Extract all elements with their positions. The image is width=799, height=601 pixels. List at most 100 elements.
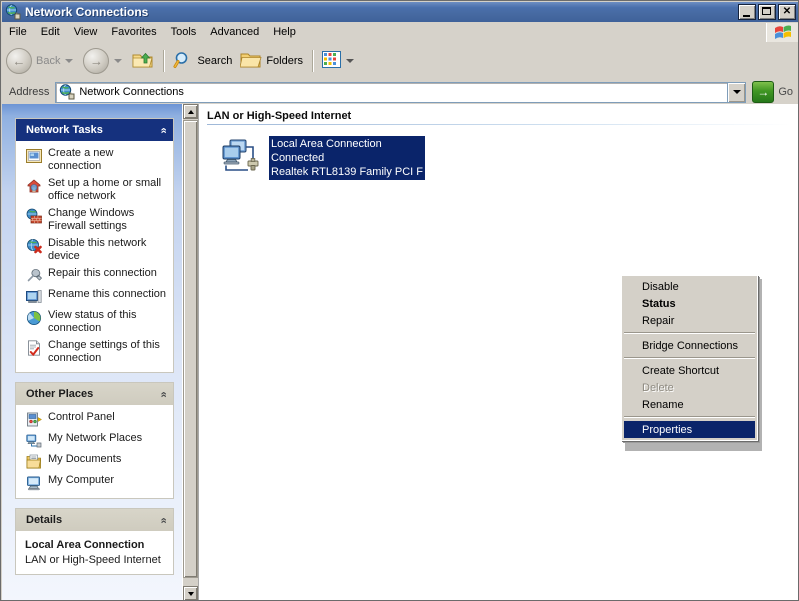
- my-documents-icon: [26, 454, 42, 470]
- scroll-down-button[interactable]: [183, 586, 198, 600]
- back-button[interactable]: ← Back: [2, 46, 79, 76]
- network-connections-window: Network Connections ✕ File Edit View Fav…: [0, 0, 799, 601]
- context-menu-item-status[interactable]: Status: [622, 295, 757, 312]
- menu-help[interactable]: Help: [266, 24, 303, 40]
- my-computer-icon: [26, 475, 42, 491]
- maximize-button[interactable]: [758, 4, 776, 20]
- details-connection-name: Local Area Connection: [25, 539, 145, 551]
- task-create-new-connection[interactable]: Create a new connection: [22, 147, 167, 173]
- sidebar-scrollbar[interactable]: [182, 104, 198, 600]
- go-label: Go: [778, 86, 793, 98]
- panel-body-other-places: Control Panel My Network Places My Docum…: [16, 405, 173, 498]
- sidebar-scroll-content: Network Tasks « Create a new connection …: [2, 104, 184, 575]
- network-globe-icon: [59, 84, 75, 100]
- back-dropdown-icon[interactable]: [65, 59, 74, 63]
- place-label: Control Panel: [48, 411, 115, 423]
- menu-view[interactable]: View: [67, 24, 105, 40]
- client-area: Network Tasks « Create a new connection …: [2, 104, 798, 600]
- address-bar: Address Network Connections → Go: [2, 80, 798, 105]
- lan-connection-icon: [221, 138, 263, 176]
- menu-advanced[interactable]: Advanced: [203, 24, 266, 40]
- search-icon: [173, 50, 193, 73]
- task-disable-network-device[interactable]: Disable this network device: [22, 237, 167, 263]
- connection-item-local-area-connection[interactable]: Local Area Connection Connected Realtek …: [221, 136, 426, 180]
- context-menu-item-delete: Delete: [642, 381, 674, 394]
- menu-favorites[interactable]: Favorites: [104, 24, 163, 40]
- windows-flag-icon: [766, 22, 798, 42]
- chevron-up-icon[interactable]: «: [157, 391, 169, 397]
- window-title: Network Connections: [25, 5, 149, 19]
- context-menu-separator-1: [624, 332, 755, 334]
- task-repair-connection[interactable]: Repair this connection: [22, 267, 167, 284]
- panel-title: Other Places: [26, 388, 94, 400]
- go-arrow-icon: →: [752, 81, 775, 103]
- context-menu-item-repair[interactable]: Repair: [622, 312, 757, 329]
- toolbar-separator-2: [312, 50, 314, 72]
- scrollbar-thumb[interactable]: [183, 120, 198, 578]
- go-button[interactable]: → Go: [746, 81, 798, 103]
- task-label: Change Windows Firewall settings: [48, 207, 135, 232]
- context-menu-item-disable[interactable]: Disable: [622, 278, 757, 295]
- close-icon: ✕: [782, 6, 792, 17]
- group-header-divider: [207, 124, 791, 125]
- task-label: Rename this connection: [48, 288, 167, 300]
- folders-label: Folders: [266, 55, 304, 67]
- disable-device-icon: [26, 238, 42, 254]
- panel-header-other-places[interactable]: Other Places «: [16, 383, 173, 405]
- settings-icon: [26, 340, 42, 357]
- task-sidebar: Network Tasks « Create a new connection …: [2, 104, 198, 600]
- task-label: Create a new connection: [48, 147, 114, 172]
- task-setup-home-network[interactable]: Set up a home or small office network: [22, 177, 167, 203]
- task-rename-connection[interactable]: Rename this connection: [22, 288, 167, 305]
- chevron-up-icon[interactable]: «: [157, 517, 169, 523]
- new-connection-icon: [26, 148, 42, 164]
- my-network-places-icon: [26, 433, 42, 449]
- task-change-settings[interactable]: Change settings of this connection: [22, 339, 167, 365]
- task-change-firewall-settings[interactable]: Change Windows Firewall settings: [22, 207, 167, 233]
- place-control-panel[interactable]: Control Panel: [22, 411, 167, 428]
- context-menu-item-create-shortcut[interactable]: Create Shortcut: [622, 362, 757, 379]
- context-menu-item-properties[interactable]: Properties: [624, 421, 755, 438]
- address-dropdown-button[interactable]: [727, 81, 747, 103]
- group-header-lan: LAN or High-Speed Internet: [207, 110, 352, 122]
- place-label: My Network Places: [48, 432, 143, 444]
- triangle-up-icon: [187, 109, 194, 114]
- menu-tools[interactable]: Tools: [164, 24, 204, 40]
- chevron-up-icon[interactable]: «: [157, 127, 169, 133]
- forward-arrow-icon: →: [83, 48, 110, 74]
- task-view-status[interactable]: View status of this connection: [22, 309, 167, 335]
- context-menu-item-bridge-connections[interactable]: Bridge Connections: [622, 337, 757, 354]
- folders-icon: [239, 50, 262, 73]
- toolbar-separator-1: [163, 50, 165, 72]
- toolbar: ← Back → Search Folders: [2, 42, 798, 81]
- close-button[interactable]: ✕: [778, 4, 796, 20]
- panel-title: Details: [26, 514, 63, 526]
- forward-button[interactable]: →: [79, 46, 128, 76]
- views-dropdown-icon[interactable]: [346, 59, 355, 63]
- up-button[interactable]: [128, 46, 158, 76]
- menu-file[interactable]: File: [2, 24, 34, 40]
- folders-button[interactable]: Folders: [236, 46, 307, 76]
- panel-header-network-tasks[interactable]: Network Tasks «: [16, 119, 173, 141]
- firewall-icon: [26, 208, 42, 224]
- back-label: Back: [36, 55, 61, 67]
- place-my-computer[interactable]: My Computer: [22, 474, 167, 491]
- views-button[interactable]: [318, 46, 360, 76]
- place-my-network-places[interactable]: My Network Places: [22, 432, 167, 449]
- home-network-icon: [26, 178, 42, 194]
- address-value: Network Connections: [79, 86, 184, 98]
- menu-bar: File Edit View Favorites Tools Advanced …: [2, 22, 798, 43]
- scroll-up-button[interactable]: [183, 104, 198, 119]
- minimize-button[interactable]: [738, 4, 756, 20]
- context-menu-separator-3: [624, 416, 755, 418]
- panel-other-places: Other Places « Control Panel My Network …: [15, 382, 174, 499]
- context-menu-item-rename[interactable]: Rename: [622, 396, 757, 413]
- back-arrow-icon: ←: [6, 48, 32, 74]
- forward-dropdown-icon[interactable]: [114, 59, 123, 63]
- panel-header-details[interactable]: Details «: [16, 509, 173, 531]
- place-my-documents[interactable]: My Documents: [22, 453, 167, 470]
- place-label: My Documents: [48, 453, 122, 465]
- search-button[interactable]: Search: [169, 46, 236, 76]
- menu-edit[interactable]: Edit: [34, 24, 67, 40]
- address-input[interactable]: Network Connections: [55, 81, 728, 103]
